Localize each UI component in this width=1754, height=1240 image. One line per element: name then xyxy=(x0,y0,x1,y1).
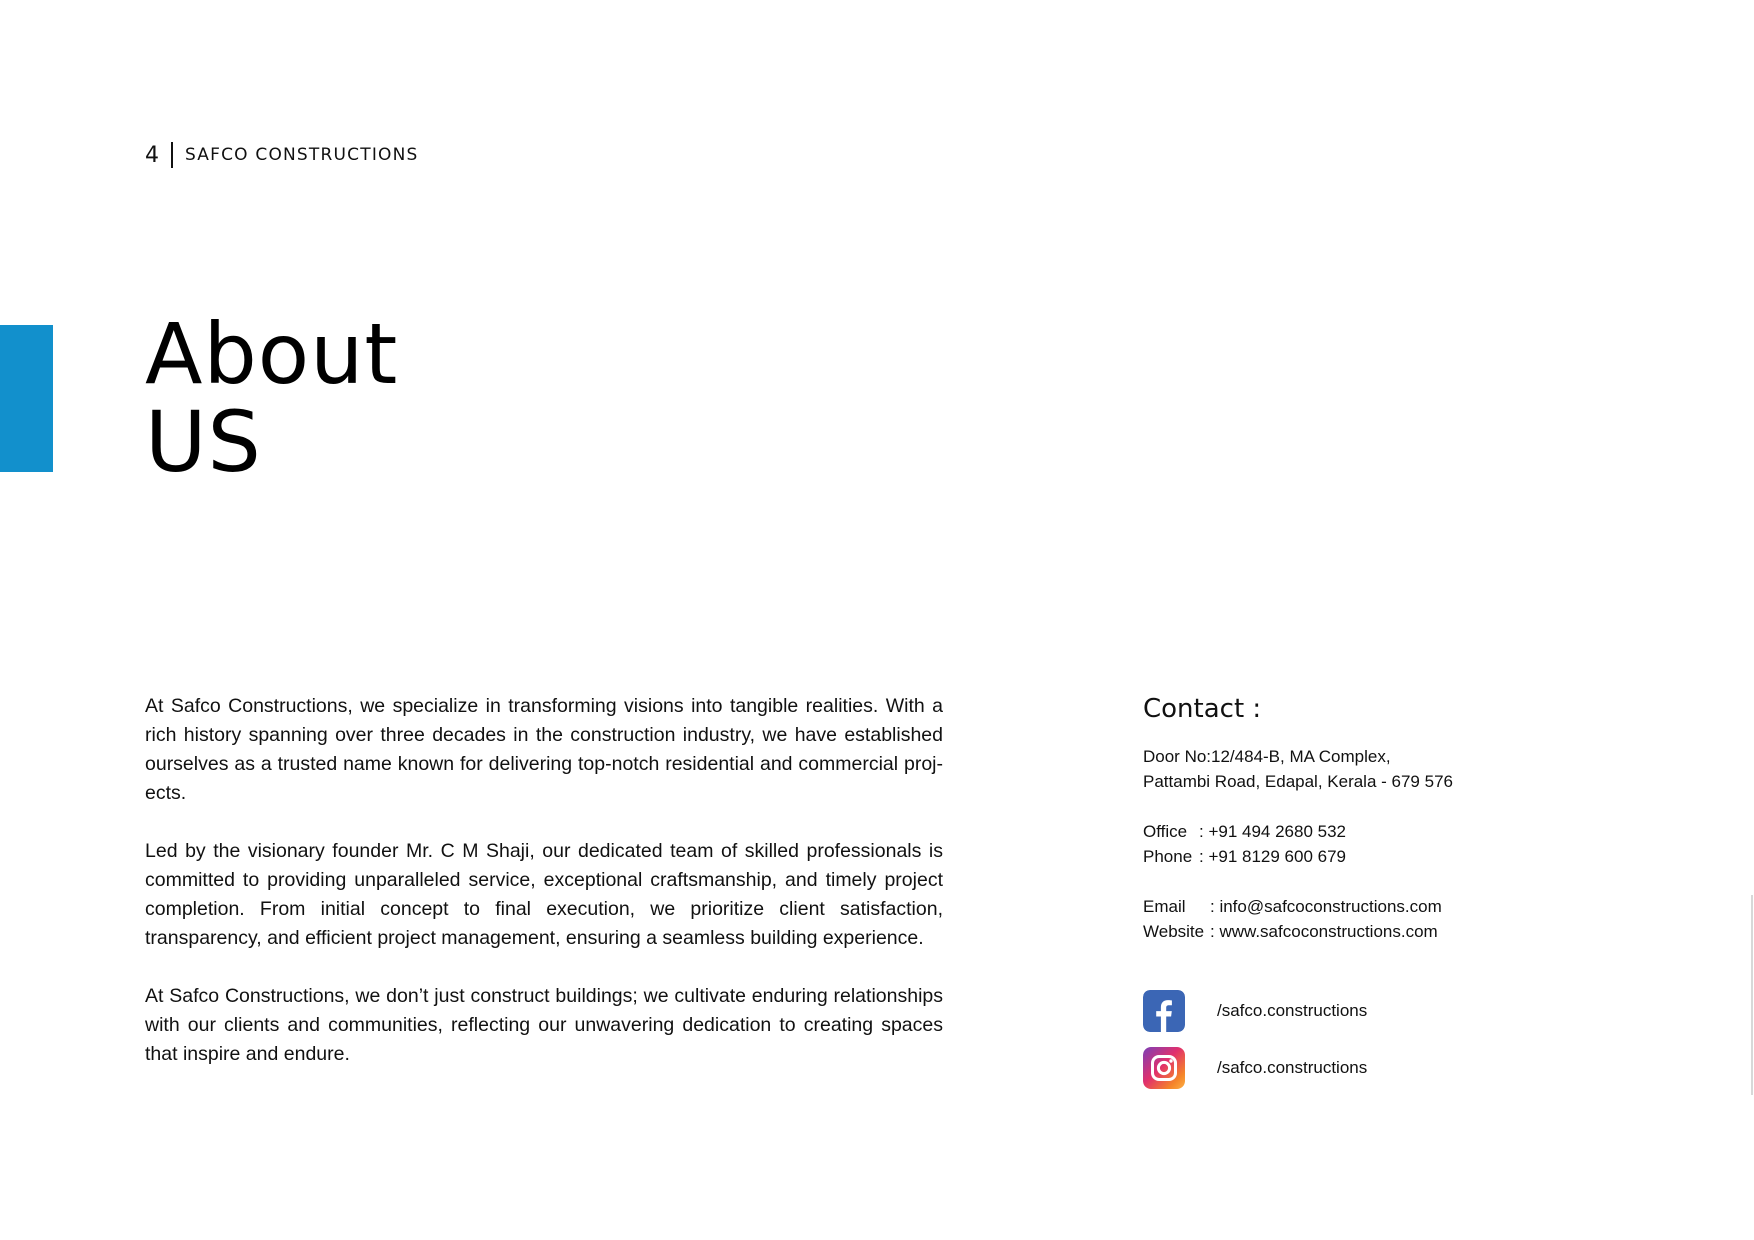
page-edge-divider xyxy=(1751,895,1753,1095)
facebook-row[interactable]: /safco.constructions xyxy=(1143,990,1543,1032)
website-url[interactable]: : www.safcoconstructions.com xyxy=(1210,922,1438,941)
page-title-line1: About xyxy=(145,305,399,403)
instagram-icon[interactable] xyxy=(1143,1047,1185,1089)
contact-heading: Contact : xyxy=(1143,694,1262,724)
page-title-line2: US xyxy=(145,393,262,491)
office-label: Office xyxy=(1143,822,1188,841)
email-address[interactable]: : info@safcoconstructions.com xyxy=(1210,897,1442,916)
about-paragraph-1: At Safco Constructions, we specialize in… xyxy=(145,695,943,804)
website-row: Website : www.safcoconstructions.com xyxy=(1143,919,1543,944)
address-line-2: Pattambi Road, Edapal, Kerala - 679 576 xyxy=(1143,772,1453,791)
phone-label: Phone xyxy=(1143,847,1193,866)
header-company-name: SAFCO CONSTRUCTIONS xyxy=(185,145,419,165)
office-number: : +91 494 2680 532 xyxy=(1199,822,1346,841)
contact-spacer xyxy=(1143,869,1543,894)
instagram-handle[interactable]: /safco.constructions xyxy=(1217,1058,1367,1078)
address-line-1: Door No:12/484-B, MA Complex, xyxy=(1143,747,1391,766)
contact-spacer xyxy=(1143,794,1543,819)
email-label: Email xyxy=(1143,897,1186,916)
contact-spacer xyxy=(1143,944,1543,990)
mobile-phone: Phone : +91 8129 600 679 xyxy=(1143,844,1543,869)
about-body: At Safco Constructions, we specialize in… xyxy=(145,692,943,1098)
phone-number: : +91 8129 600 679 xyxy=(1199,847,1346,866)
about-paragraph-3: At Safco Constructions, we don’t just co… xyxy=(145,985,943,1065)
facebook-handle[interactable]: /safco.constructions xyxy=(1217,1001,1367,1021)
about-paragraph-2: Led by the visionary founder Mr. C M Sha… xyxy=(145,840,943,949)
page-title: About US xyxy=(145,310,398,486)
email-row: Email : info@safcoconstructions.com xyxy=(1143,894,1543,919)
accent-bar xyxy=(0,325,53,472)
facebook-icon[interactable] xyxy=(1143,990,1185,1032)
instagram-row[interactable]: /safco.constructions xyxy=(1143,1047,1543,1089)
page-header: 4 SAFCO CONSTRUCTIONS xyxy=(145,140,419,170)
website-label: Website xyxy=(1143,922,1205,941)
office-phone: Office : +91 494 2680 532 xyxy=(1143,819,1543,844)
page-number: 4 xyxy=(145,142,159,168)
header-divider xyxy=(171,142,173,168)
contact-section: Contact : Door No:12/484-B, MA Complex, … xyxy=(1143,692,1543,1104)
